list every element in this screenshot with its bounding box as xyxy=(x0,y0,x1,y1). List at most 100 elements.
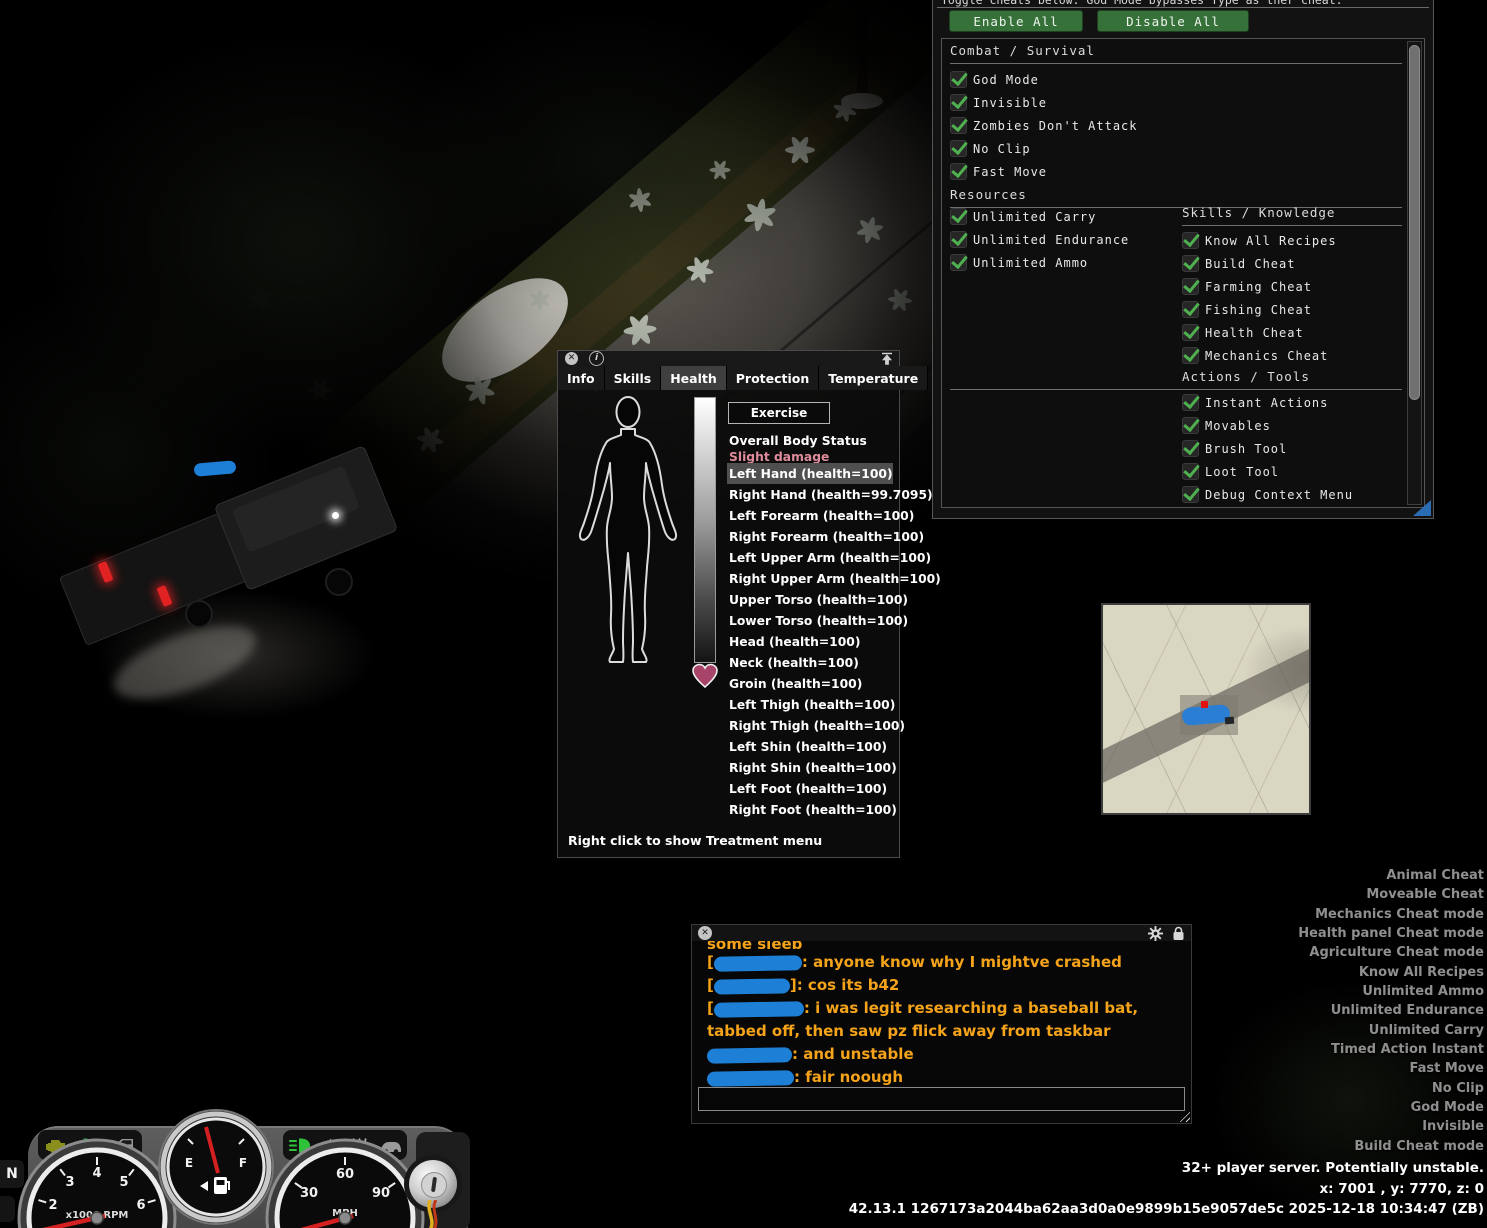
checkbox[interactable] xyxy=(950,117,967,134)
checkmark-icon xyxy=(1183,484,1200,501)
tab[interactable]: Info xyxy=(558,366,605,390)
tab[interactable]: Health xyxy=(661,366,727,390)
checkbox[interactable] xyxy=(1182,440,1199,457)
cheat-toggle-row[interactable]: Health Cheat xyxy=(1182,321,1402,344)
checkbox[interactable] xyxy=(1182,278,1199,295)
checkbox[interactable] xyxy=(1182,324,1199,341)
cheat-menu-panel: Toggle cheats below. God Mode bypasses T… xyxy=(932,0,1434,519)
checkbox[interactable] xyxy=(1182,394,1199,411)
cheat-toggle-row[interactable]: Mechanics Cheat xyxy=(1182,344,1402,367)
body-part-row[interactable]: Left Foot (health=100) xyxy=(727,778,893,799)
cheat-mode-line: Fast Move xyxy=(1298,1059,1484,1078)
checkbox[interactable] xyxy=(1182,255,1199,272)
body-part-row[interactable]: Groin (health=100) xyxy=(727,673,893,694)
body-part-label: Right Thigh (health=100) xyxy=(729,719,905,733)
body-part-row[interactable]: Left Thigh (health=100) xyxy=(727,694,893,715)
body-part-row[interactable]: Right Shin (health=100) xyxy=(727,757,893,778)
cheat-toggle-row[interactable]: Unlimited Ammo xyxy=(950,251,1175,274)
cheat-toggle-row[interactable]: Build Cheat xyxy=(1182,252,1402,275)
chat-input[interactable] xyxy=(698,1087,1185,1111)
tab[interactable]: Temperature xyxy=(819,366,928,390)
exercise-button[interactable]: Exercise xyxy=(728,402,830,424)
close-icon[interactable]: ✕ xyxy=(565,352,578,365)
cheat-toggle-row[interactable]: Know All Recipes xyxy=(1182,229,1402,252)
cheat-mode-line: Mechanics Cheat mode xyxy=(1298,905,1484,924)
body-part-label: Left Hand (health=100) xyxy=(729,467,893,481)
fuel-gauge: E F xyxy=(156,1107,276,1227)
cheat-toggle-row[interactable]: Unlimited Endurance xyxy=(950,228,1175,251)
checkbox[interactable] xyxy=(1182,301,1199,318)
cheat-toggle-row[interactable]: Loot Tool xyxy=(1182,460,1402,483)
checkbox[interactable] xyxy=(950,94,967,111)
parked-pickup-truck xyxy=(55,450,455,660)
checkbox[interactable] xyxy=(950,254,967,271)
checkbox[interactable] xyxy=(950,140,967,157)
body-part-row[interactable]: Right Upper Arm (health=100) xyxy=(727,568,893,589)
checkbox[interactable] xyxy=(1182,232,1199,249)
username-redaction xyxy=(714,1001,804,1018)
scrollbar-thumb[interactable] xyxy=(1409,45,1420,400)
body-part-row[interactable]: Right Forearm (health=100) xyxy=(727,526,893,547)
body-part-row[interactable]: Left Hand (health=100) xyxy=(727,463,893,484)
cheat-toggle-row[interactable]: Fishing Cheat xyxy=(1182,298,1402,321)
checkbox[interactable] xyxy=(950,208,967,225)
tab[interactable]: Protection xyxy=(727,366,820,390)
section-combat-survival: Combat / Survival xyxy=(950,43,1402,64)
checkbox[interactable] xyxy=(1182,347,1199,364)
cheat-label: Movables xyxy=(1205,419,1271,433)
cheat-toggle-row[interactable]: Brush Tool xyxy=(1182,437,1402,460)
body-part-row[interactable]: Lower Torso (health=100) xyxy=(727,610,893,631)
close-icon[interactable]: ✕ xyxy=(698,926,712,940)
body-part-label: Left Foot (health=100) xyxy=(729,782,887,796)
checkbox[interactable] xyxy=(950,231,967,248)
cheat-toggle-row[interactable]: Fast Move xyxy=(950,160,1402,183)
chat-message: [: anyone know why I mightve crashed xyxy=(707,951,1177,974)
cheat-toggle-row[interactable]: God Mode xyxy=(950,68,1402,91)
lock-icon[interactable] xyxy=(1172,926,1185,941)
cheat-toggle-row[interactable]: Farming Cheat xyxy=(1182,275,1402,298)
cheat-toggle-row[interactable]: Zombies Don't Attack xyxy=(950,114,1402,137)
checkmark-icon xyxy=(1183,345,1200,362)
cheat-mode-line: Unlimited Endurance xyxy=(1298,1001,1484,1020)
body-part-row[interactable]: Right Thigh (health=100) xyxy=(727,715,893,736)
disable-all-button[interactable]: Disable All xyxy=(1097,10,1249,32)
svg-text:90: 90 xyxy=(372,1186,390,1201)
cheat-toggle-row[interactable]: Debug Context Menu xyxy=(1182,483,1402,506)
body-part-row[interactable]: Right Foot (health=100) xyxy=(727,799,893,820)
svg-text:6: 6 xyxy=(136,1198,145,1213)
minimap[interactable] xyxy=(1101,603,1311,815)
cheat-label: Fishing Cheat xyxy=(1205,303,1312,317)
body-part-row[interactable]: Neck (health=100) xyxy=(727,652,893,673)
body-part-row[interactable]: Upper Torso (health=100) xyxy=(727,589,893,610)
cheat-toggle-row[interactable]: Invisible xyxy=(950,91,1402,114)
body-part-row[interactable]: Left Shin (health=100) xyxy=(727,736,893,757)
checkbox[interactable] xyxy=(1182,417,1199,434)
svg-text:2: 2 xyxy=(48,1198,57,1213)
cheat-toggle-row[interactable]: Instant Actions xyxy=(1182,391,1402,414)
pin-icon[interactable] xyxy=(881,352,893,365)
system-info: 32+ player server. Potentially unstable.… xyxy=(849,1158,1484,1220)
health-panel-titlebar: ✕ i xyxy=(558,351,899,366)
scrollbar[interactable] xyxy=(1407,41,1422,505)
body-part-row[interactable]: Left Upper Arm (health=100) xyxy=(727,547,893,568)
enable-all-button[interactable]: Enable All xyxy=(949,10,1083,32)
checkbox[interactable] xyxy=(950,163,967,180)
cheat-mode-line: Build Cheat mode xyxy=(1298,1137,1484,1156)
cheat-mode-line: Timed Action Instant xyxy=(1298,1040,1484,1059)
cheat-toggle-row[interactable]: Unlimited Carry xyxy=(950,205,1175,228)
body-part-row[interactable]: Left Forearm (health=100) xyxy=(727,505,893,526)
body-part-row[interactable]: Right Hand (health=99.7095) xyxy=(727,484,893,505)
username-redaction xyxy=(714,978,790,994)
panel-resize-handle[interactable] xyxy=(1413,500,1431,516)
checkbox[interactable] xyxy=(1182,463,1199,480)
ignition-keyhole[interactable] xyxy=(421,1172,447,1198)
cheat-label: Brush Tool xyxy=(1205,442,1287,456)
checkbox[interactable] xyxy=(1182,486,1199,503)
cheat-toggle-row[interactable]: Movables xyxy=(1182,414,1402,437)
tab[interactable]: Skills xyxy=(605,366,662,390)
checkbox[interactable] xyxy=(950,71,967,88)
cheat-toggle-row[interactable]: No Clip xyxy=(950,137,1402,160)
info-icon[interactable]: i xyxy=(589,351,604,366)
body-part-row[interactable]: Head (health=100) xyxy=(727,631,893,652)
settings-gear-icon[interactable] xyxy=(1148,926,1163,941)
